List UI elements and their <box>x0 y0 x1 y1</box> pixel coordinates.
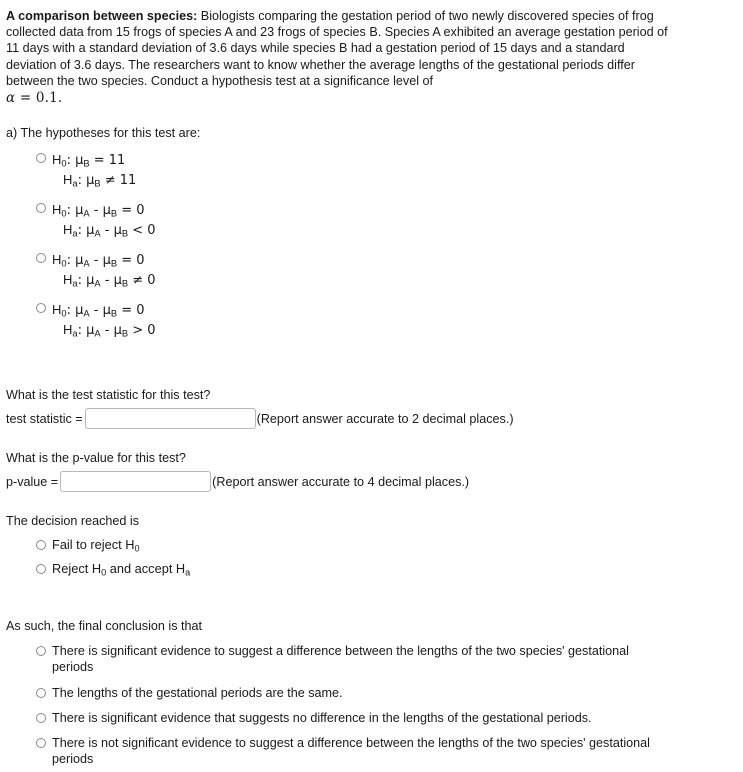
null-hypothesis-line: H0: μB = 11 <box>52 150 136 170</box>
h-letter: H <box>63 322 73 338</box>
decision-option-1-text: Fail to reject H0 <box>52 537 140 553</box>
decision-option-2[interactable]: Reject H0 and accept Ha <box>36 561 743 577</box>
h-letter: H <box>63 272 73 288</box>
decision-prompt: The decision reached is <box>6 514 140 529</box>
hypothesis-option-1-text: H0: μB = 11 Ha: μB ≠ 11 <box>52 150 136 190</box>
worksheet-page: A comparison between species: Biologists… <box>0 0 743 767</box>
p-value-label: p-value = <box>6 474 59 489</box>
decision-option-2-text: Reject H0 and accept Ha <box>52 561 190 577</box>
test-statistic-prompt: What is the test statistic for this test… <box>6 388 211 403</box>
problem-lead-in: A comparison between species: <box>6 9 198 23</box>
problem-statement: A comparison between species: Biologists… <box>6 8 678 106</box>
hypothesis-option-3-text: H0: μA - μB = 0 Ha: μA - μB ≠ 0 <box>52 250 156 290</box>
test-statistic-note: (Report answer accurate to 2 decimal pla… <box>256 411 514 426</box>
test-statistic-answer-row: test statistic = (Report answer accurate… <box>6 408 743 430</box>
mu-term-2: - μ <box>89 303 111 319</box>
radio-button-icon[interactable] <box>36 738 46 749</box>
mu-term-2: - μ <box>100 323 122 339</box>
relation: ≠ 11 <box>100 173 137 189</box>
h-subscript: 0 <box>134 543 140 554</box>
alpha-value: = 0.1. <box>19 90 63 107</box>
h-letter: H <box>52 302 62 318</box>
test-statistic-input[interactable] <box>84 408 256 430</box>
conclusion-option-1[interactable]: There is significant evidence to suggest… <box>36 643 743 675</box>
radio-button-icon[interactable] <box>36 646 46 657</box>
conclusion-option-1-text: There is significant evidence to suggest… <box>52 644 629 675</box>
hypothesis-option-2[interactable]: H0: μA - μB = 0 Ha: μA - μB < 0 <box>36 200 743 240</box>
decision-text-2: and accept H <box>106 561 186 577</box>
radio-button-icon[interactable] <box>36 540 46 551</box>
h-letter: H <box>52 252 62 268</box>
mu-term: : μ <box>77 173 95 189</box>
mu-term-2: - μ <box>89 253 111 269</box>
part-a-section: a) The hypotheses for this test are: H0:… <box>6 125 743 340</box>
alpha-symbol: α <box>6 90 16 107</box>
mu-term: : μ <box>66 203 84 219</box>
radio-button-icon[interactable] <box>36 303 46 314</box>
mu-term: : μ <box>66 253 84 269</box>
decision-text: Reject H <box>52 561 102 577</box>
conclusion-option-3-text: There is significant evidence that sugge… <box>52 710 592 725</box>
p-value-section: What is the p-value for this test? p-val… <box>6 450 743 493</box>
alt-hypothesis-line: Ha: μA - μB ≠ 0 <box>52 270 156 290</box>
mu-term: : μ <box>66 303 84 319</box>
significance-level-line: α = 0.1. <box>6 90 678 106</box>
conclusion-option-2-text: The lengths of the gestational periods a… <box>52 685 343 700</box>
alt-hypothesis-line: Ha: μB ≠ 11 <box>52 170 136 190</box>
test-statistic-label: test statistic = <box>6 411 83 426</box>
mu-term: : μ <box>77 273 95 289</box>
relation: ≠ 0 <box>128 273 156 289</box>
h-subscript-2: a <box>185 567 191 578</box>
conclusion-option-4-text: There is not significant evidence to sug… <box>52 736 650 767</box>
mu-term: : μ <box>77 223 95 239</box>
hypothesis-option-2-text: H0: μA - μB = 0 Ha: μA - μB < 0 <box>52 200 156 240</box>
radio-button-icon[interactable] <box>36 687 46 698</box>
alt-hypothesis-line: Ha: μA - μB < 0 <box>52 220 156 240</box>
relation: = 11 <box>89 153 126 169</box>
hypothesis-option-1[interactable]: H0: μB = 11 Ha: μB ≠ 11 <box>36 150 743 190</box>
p-value-note: (Report answer accurate to 4 decimal pla… <box>212 474 470 489</box>
radio-button-icon[interactable] <box>36 712 46 723</box>
conclusion-option-3[interactable]: There is significant evidence that sugge… <box>36 710 743 726</box>
p-value-prompt: What is the p-value for this test? <box>6 451 186 466</box>
hypothesis-option-4[interactable]: H0: μA - μB = 0 Ha: μA - μB > 0 <box>36 300 743 340</box>
decision-text: Fail to reject H <box>52 537 135 553</box>
relation: = 0 <box>117 303 145 319</box>
p-value-input[interactable] <box>60 471 212 493</box>
hypothesis-options: H0: μB = 11 Ha: μB ≠ 11 H0: μA - μB = 0 … <box>6 150 743 340</box>
mu-term: : μ <box>77 323 95 339</box>
relation: = 0 <box>117 253 145 269</box>
mu-term-2: - μ <box>100 273 122 289</box>
radio-button-icon[interactable] <box>36 564 46 575</box>
hypothesis-option-3[interactable]: H0: μA - μB = 0 Ha: μA - μB ≠ 0 <box>36 250 743 290</box>
p-value-answer-row: p-value = (Report answer accurate to 4 d… <box>6 471 743 493</box>
conclusion-section: As such, the final conclusion is that Th… <box>6 618 743 767</box>
hypothesis-option-4-text: H0: μA - μB = 0 Ha: μA - μB > 0 <box>52 300 156 340</box>
conclusion-option-4[interactable]: There is not significant evidence to sug… <box>36 735 743 767</box>
radio-button-icon[interactable] <box>36 253 46 264</box>
relation: < 0 <box>128 223 156 239</box>
test-statistic-section: What is the test statistic for this test… <box>6 387 743 430</box>
relation: = 0 <box>117 203 145 219</box>
mu-term: : μ <box>66 153 84 169</box>
alt-hypothesis-line: Ha: μA - μB > 0 <box>52 320 156 340</box>
part-a-prompt: a) The hypotheses for this test are: <box>6 126 201 141</box>
radio-button-icon[interactable] <box>36 203 46 214</box>
decision-option-1[interactable]: Fail to reject H0 <box>36 537 743 553</box>
h-letter: H <box>63 172 73 188</box>
null-hypothesis-line: H0: μA - μB = 0 <box>52 300 156 320</box>
mu-term-2: - μ <box>89 203 111 219</box>
conclusion-prompt: As such, the final conclusion is that <box>6 619 203 634</box>
h-letter: H <box>52 202 62 218</box>
null-hypothesis-line: H0: μA - μB = 0 <box>52 250 156 270</box>
relation: > 0 <box>128 323 156 339</box>
decision-section: The decision reached is Fail to reject H… <box>6 513 743 577</box>
radio-button-icon[interactable] <box>36 153 46 164</box>
conclusion-option-2[interactable]: The lengths of the gestational periods a… <box>36 685 743 701</box>
h-letter: H <box>52 152 62 168</box>
null-hypothesis-line: H0: μA - μB = 0 <box>52 200 156 220</box>
mu-term-2: - μ <box>100 223 122 239</box>
h-letter: H <box>63 222 73 238</box>
